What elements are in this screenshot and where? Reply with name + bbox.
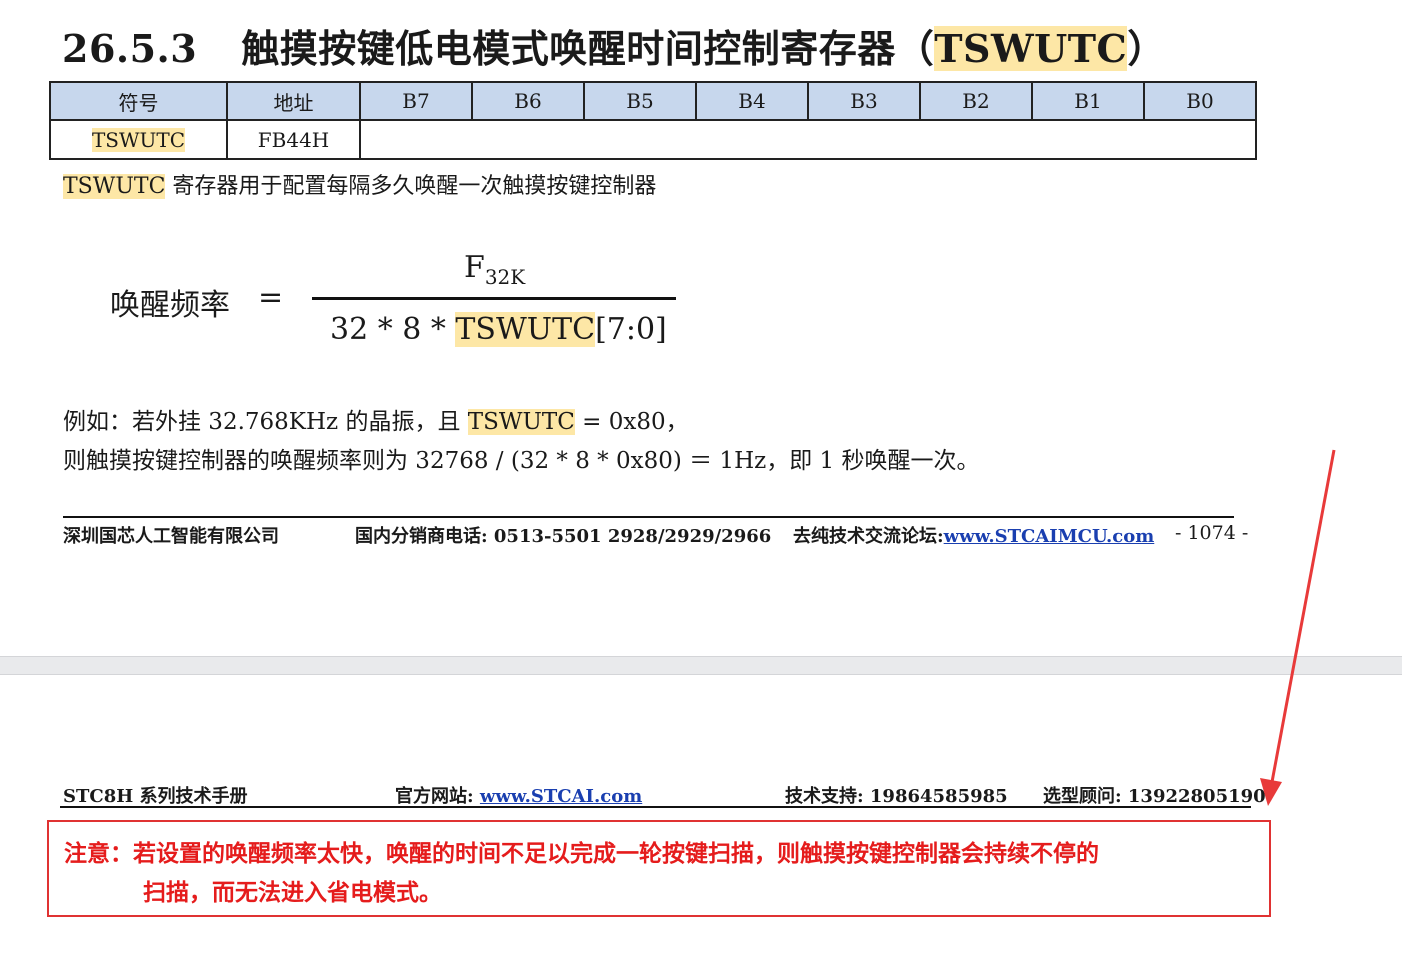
annotation-arrow xyxy=(1260,449,1336,806)
arrow-head xyxy=(1260,778,1282,806)
arrow-shaft xyxy=(1270,449,1336,783)
